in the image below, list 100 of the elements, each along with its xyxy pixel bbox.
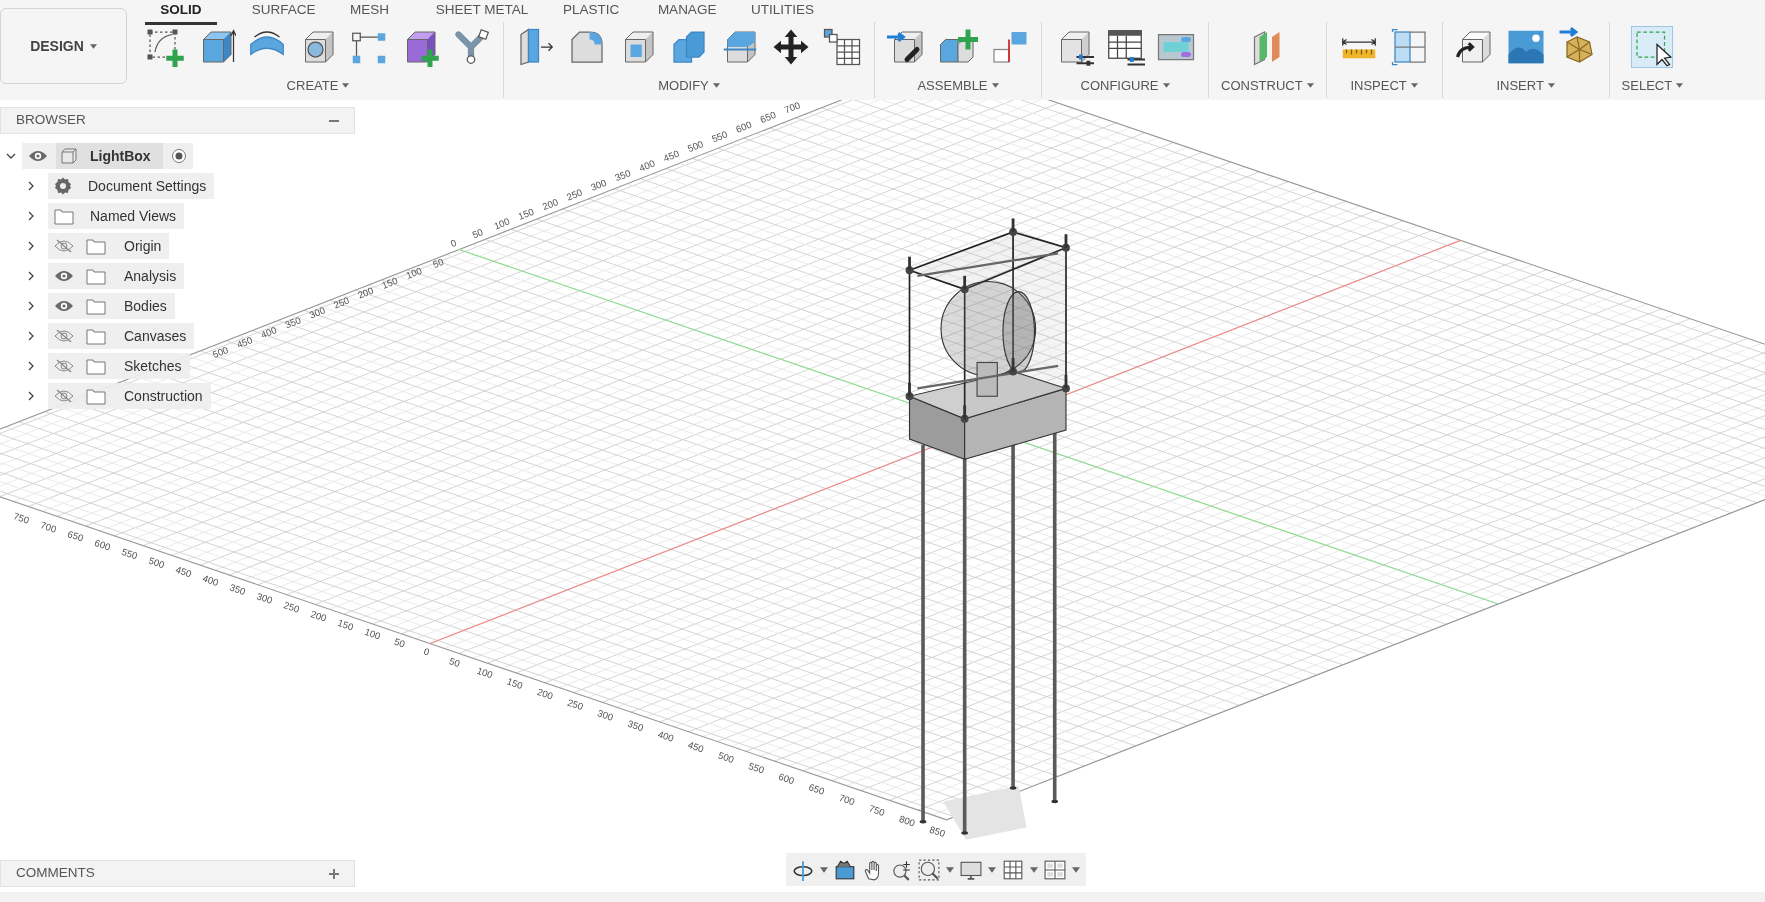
caret-icon — [712, 83, 720, 89]
caret-icon — [342, 83, 350, 89]
ruler-label: 750 — [12, 510, 31, 526]
ruler-label: 350 — [626, 717, 645, 734]
caret-icon[interactable] — [988, 867, 996, 874]
caret-icon[interactable] — [820, 867, 828, 874]
tree-row[interactable]: Construction — [48, 383, 211, 409]
tree-row[interactable]: LightBox — [22, 143, 193, 169]
ruler-label: 750 — [867, 802, 887, 818]
ruler-label: 450 — [235, 334, 254, 351]
orbit-icon[interactable] — [792, 859, 814, 882]
folder-icon — [86, 297, 106, 315]
caret-icon — [1162, 83, 1170, 89]
screen-box-icon[interactable] — [834, 859, 856, 882]
eye-icon[interactable] — [54, 269, 74, 283]
radio-icon[interactable] — [170, 148, 187, 164]
tree-row[interactable]: Document Settings — [48, 173, 215, 199]
toolbar-group-menu[interactable]: INSPECT — [1350, 76, 1418, 96]
toolbar-group-menu[interactable]: ASSEMBLE — [917, 76, 999, 96]
ruler-label: 250 — [564, 186, 584, 203]
toolbar-tab[interactable]: SHEET METAL — [435, 0, 529, 26]
ruler-label: 700 — [837, 791, 857, 808]
ruler-label: 550 — [747, 760, 766, 776]
toolbar-tab[interactable]: SOLID — [145, 0, 217, 26]
ruler-label: 300 — [307, 304, 327, 321]
tree-label: Document Settings — [88, 176, 207, 196]
hidden-eye-icon[interactable] — [54, 239, 74, 253]
new-sketch-icon[interactable] — [145, 27, 185, 67]
ruler-label: 400 — [259, 324, 279, 341]
tree-label: Bodies — [124, 296, 167, 316]
tree-label: Origin — [124, 236, 162, 256]
ruler-label: 50 — [447, 655, 462, 669]
folder-icon — [86, 237, 106, 255]
zoom-icon[interactable] — [890, 859, 912, 882]
toolbar-group-menu[interactable]: MODIFY — [658, 76, 720, 96]
ruler-label: 300 — [255, 590, 274, 606]
display-icon[interactable] — [960, 859, 982, 882]
toolbar-tab[interactable]: MESH — [350, 0, 390, 26]
ruler-label: 450 — [686, 738, 706, 755]
ruler-label: 650 — [758, 109, 778, 126]
ruler-label: 350 — [283, 314, 303, 331]
fit-zoom-icon[interactable] — [918, 859, 940, 882]
caret-icon — [1306, 83, 1314, 89]
move-icon[interactable] — [771, 27, 811, 67]
ruler-label: 700 — [39, 519, 58, 535]
caret-icon[interactable] — [946, 867, 954, 874]
folder-icon — [86, 327, 106, 345]
toolbar-group-menu[interactable]: CREATE — [286, 76, 350, 96]
tree-label: Named Views — [90, 206, 177, 226]
ruler-label: 650 — [66, 528, 85, 544]
ruler-label: 100 — [492, 215, 512, 232]
ruler-label: 500 — [685, 138, 705, 155]
eye-icon[interactable] — [54, 299, 74, 313]
ruler-label: 350 — [613, 167, 633, 184]
tree-label: Sketches — [124, 356, 182, 376]
toolbar-group-menu[interactable]: INSERT — [1496, 76, 1555, 96]
ruler-label: 600 — [734, 118, 754, 135]
tree-row[interactable]: Analysis — [48, 263, 185, 289]
ruler-label: 550 — [710, 128, 729, 145]
caret-icon — [1547, 83, 1555, 89]
add-icon[interactable] — [328, 867, 340, 880]
caret-icon[interactable] — [1030, 867, 1038, 874]
tree-row[interactable]: Sketches — [48, 353, 190, 379]
hidden-eye-icon[interactable] — [54, 329, 74, 343]
ruler-label: 500 — [210, 344, 230, 361]
ruler-label: 100 — [404, 264, 424, 281]
tree-label: LightBox — [90, 146, 151, 166]
ruler-label: 550 — [120, 545, 139, 562]
tree-label: Construction — [124, 386, 203, 406]
ruler-label: 200 — [540, 196, 560, 213]
grid-icon[interactable] — [1002, 859, 1024, 882]
panel-title: COMMENTS — [16, 864, 95, 883]
ruler-label: 600 — [777, 770, 796, 787]
viewports-icon[interactable] — [1044, 859, 1066, 882]
eye-icon[interactable] — [28, 149, 48, 163]
folder-icon — [54, 207, 74, 225]
ruler-label: 200 — [309, 608, 328, 624]
toolbar-tab[interactable]: MANAGE — [657, 0, 717, 26]
workspace-menu-button[interactable]: DESIGN — [0, 8, 127, 84]
tree-row[interactable]: Named Views — [48, 203, 185, 229]
tree-row[interactable]: Canvases — [48, 323, 195, 349]
tree-label: Analysis — [124, 266, 177, 286]
tree-row[interactable]: Origin — [48, 233, 170, 259]
ruler-label: 700 — [782, 100, 802, 116]
toolbar-group-menu[interactable]: CONSTRUCT — [1221, 76, 1314, 96]
toolbar-tab[interactable]: UTILITIES — [751, 0, 815, 26]
component-row[interactable]: LightBox — [56, 143, 163, 169]
caret-icon[interactable] — [1072, 867, 1080, 874]
toolbar-group-menu[interactable]: SELECT — [1621, 76, 1684, 96]
toolbar-group-menu[interactable]: CONFIGURE — [1080, 76, 1170, 96]
toolbar-tab[interactable]: PLASTIC — [562, 0, 620, 26]
tree-row[interactable]: Bodies — [48, 293, 175, 319]
parameters-table-icon[interactable] — [822, 27, 862, 67]
hidden-eye-icon[interactable] — [54, 389, 74, 403]
toolbar-tab[interactable]: SURFACE — [251, 0, 316, 26]
ruler-label: 850 — [928, 823, 947, 840]
hidden-eye-icon[interactable] — [54, 359, 74, 373]
caret-icon — [991, 83, 999, 89]
table-sliders-icon[interactable] — [1105, 27, 1145, 67]
ruler-label: 400 — [637, 157, 657, 174]
